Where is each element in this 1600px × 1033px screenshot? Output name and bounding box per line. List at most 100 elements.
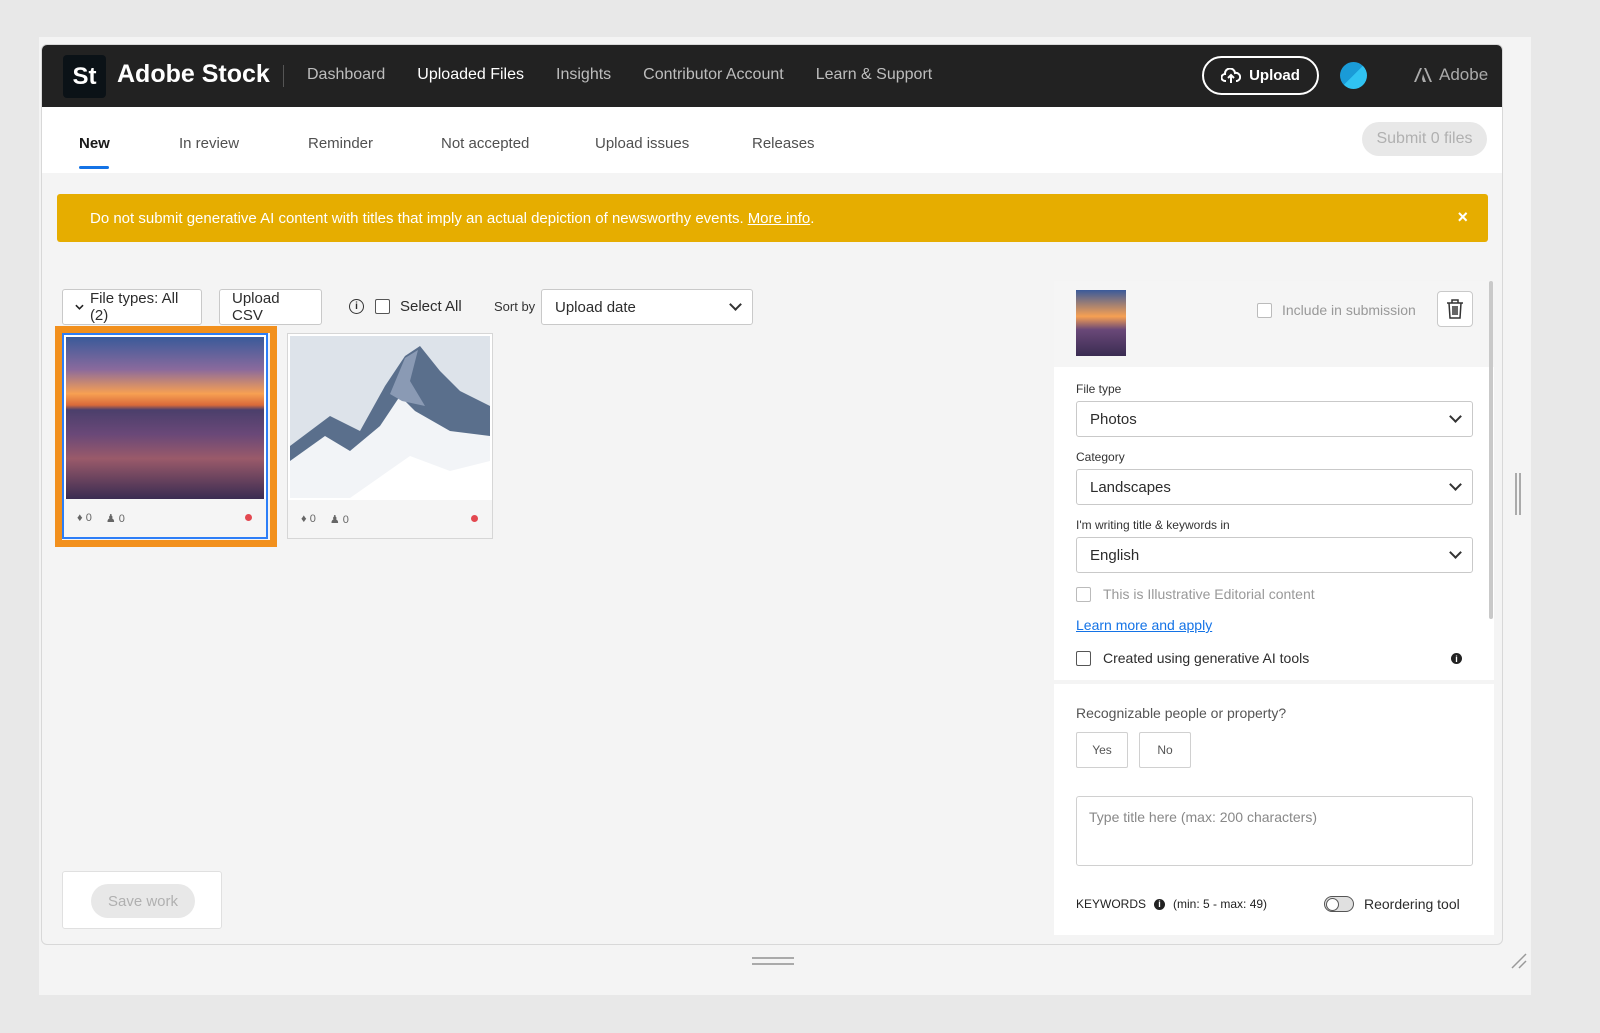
tab-new[interactable]: New xyxy=(79,135,110,152)
language-label: I'm writing title & keywords in xyxy=(1076,518,1230,532)
category-label: Category xyxy=(1076,450,1125,464)
chevron-down-icon xyxy=(1449,478,1462,491)
select-all-checkbox[interactable] xyxy=(375,299,390,314)
thumbnail-mountain[interactable]: ♦ 0 ♟ 0 xyxy=(287,333,493,539)
status-tabs: New In review Reminder Not accepted Uplo… xyxy=(42,107,1502,173)
info-icon[interactable]: i xyxy=(1154,898,1166,910)
save-work-button[interactable]: Save work xyxy=(91,884,195,918)
delete-button[interactable] xyxy=(1437,291,1473,327)
keywords-header: KEYWORDS i (min: 5 - max: 49) xyxy=(1076,897,1267,911)
reordering-label: Reordering tool xyxy=(1364,896,1460,912)
upload-button[interactable]: Upload xyxy=(1202,56,1319,95)
status-dot xyxy=(245,514,252,521)
upload-label: Upload xyxy=(1249,67,1300,84)
selected-file-preview xyxy=(1076,290,1126,356)
mountain-image xyxy=(290,336,490,498)
release-count-value: 0 xyxy=(342,513,349,526)
file-type-select[interactable]: Photos xyxy=(1076,401,1473,437)
tab-not-accepted[interactable]: Not accepted xyxy=(441,135,529,152)
release-count: ♟ 0 xyxy=(330,513,349,526)
keywords-range: (min: 5 - max: 49) xyxy=(1173,897,1268,911)
active-tab-indicator xyxy=(79,166,109,169)
nav-learn-support[interactable]: Learn & Support xyxy=(816,66,933,84)
category-select[interactable]: Landscapes xyxy=(1076,469,1473,505)
side-resize-handle[interactable] xyxy=(1515,473,1521,515)
upload-csv-button[interactable]: Upload CSV xyxy=(219,289,322,325)
brand-name[interactable]: Adobe Stock xyxy=(117,60,270,89)
keyword-count-value: 0 xyxy=(309,513,316,525)
title-input[interactable] xyxy=(1076,796,1473,866)
include-in-submission[interactable]: Include in submission xyxy=(1257,302,1416,318)
reordering-tool[interactable]: Reordering tool xyxy=(1324,896,1460,912)
select-all-label: Select All xyxy=(400,298,462,315)
resize-grip-icon[interactable] xyxy=(1508,950,1528,970)
file-types-label: File types: All (2) xyxy=(89,290,179,324)
language-value: English xyxy=(1090,546,1140,564)
tag-icon: ♦ xyxy=(77,512,83,524)
no-button[interactable]: No xyxy=(1139,732,1191,768)
chevron-down-icon xyxy=(1449,410,1462,423)
sort-value: Upload date xyxy=(555,298,636,316)
file-type-value: Photos xyxy=(1090,410,1137,428)
keywords-label: KEYWORDS xyxy=(1076,897,1147,911)
panel-header: Include in submission xyxy=(1054,281,1494,367)
select-all[interactable]: Select All xyxy=(375,298,462,315)
submit-files-button[interactable]: Submit 0 files xyxy=(1362,122,1487,156)
learn-more-link[interactable]: Learn more and apply xyxy=(1076,617,1212,633)
panel-divider xyxy=(1054,680,1494,684)
tab-reminder[interactable]: Reminder xyxy=(308,135,373,152)
file-types-filter[interactable]: File types: All (2) xyxy=(62,289,202,325)
nav-links: Dashboard Uploaded Files Insights Contri… xyxy=(307,66,964,84)
recognizable-question: Recognizable people or property? xyxy=(1076,705,1287,721)
user-avatar[interactable] xyxy=(1340,62,1367,89)
people-icon: ♟ xyxy=(105,512,116,525)
keyword-count-value: 0 xyxy=(85,512,92,524)
bottom-drag-handle[interactable] xyxy=(752,957,794,965)
nav-dashboard[interactable]: Dashboard xyxy=(307,66,385,84)
save-work-container: Save work xyxy=(62,871,222,929)
include-checkbox[interactable] xyxy=(1257,302,1272,318)
illustrative-checkbox[interactable] xyxy=(1076,586,1091,602)
sort-select[interactable]: Upload date xyxy=(541,289,753,325)
language-select[interactable]: English xyxy=(1076,537,1473,573)
illustrative-label: This is Illustrative Editorial content xyxy=(1103,586,1315,602)
adobe-logo[interactable]: Adobe xyxy=(1413,65,1488,85)
generative-ai-checkbox[interactable] xyxy=(1076,650,1091,666)
banner-more-info-link[interactable]: More info xyxy=(748,210,811,227)
keyword-count: ♦ 0 xyxy=(77,512,92,524)
close-icon[interactable]: × xyxy=(1457,207,1468,228)
illustrative-editorial-option[interactable]: This is Illustrative Editorial content xyxy=(1076,586,1315,602)
nav-divider xyxy=(283,65,284,87)
chevron-down-icon xyxy=(729,298,742,311)
file-type-label: File type xyxy=(1076,382,1122,396)
trash-icon xyxy=(1447,299,1463,319)
sunset-image xyxy=(66,337,264,499)
adobe-label: Adobe xyxy=(1439,65,1489,84)
tab-upload-issues[interactable]: Upload issues xyxy=(595,135,689,152)
thumbnail-sunset[interactable]: ♦ 0 ♟ 0 xyxy=(62,333,268,539)
info-icon[interactable]: i xyxy=(1451,653,1462,664)
reordering-toggle[interactable] xyxy=(1324,896,1354,912)
status-dot xyxy=(471,515,478,522)
panel-scrollbar[interactable] xyxy=(1489,281,1493,619)
tab-releases[interactable]: Releases xyxy=(752,135,815,152)
browser-window: St Adobe Stock Dashboard Uploaded Files … xyxy=(41,44,1503,945)
mountain-illustration xyxy=(290,336,490,498)
nav-contributor-account[interactable]: Contributor Account xyxy=(643,66,784,84)
yes-button[interactable]: Yes xyxy=(1076,732,1128,768)
nav-uploaded-files[interactable]: Uploaded Files xyxy=(417,66,524,84)
generative-ai-label: Created using generative AI tools xyxy=(1103,650,1310,666)
top-navigation: St Adobe Stock Dashboard Uploaded Files … xyxy=(42,45,1502,107)
keyword-count: ♦ 0 xyxy=(301,513,316,525)
sort-by-label: Sort by xyxy=(494,299,536,314)
info-icon[interactable]: i xyxy=(349,299,364,314)
ai-warning-banner: Do not submit generative AI content with… xyxy=(57,194,1488,242)
stock-logo[interactable]: St xyxy=(63,55,106,98)
tab-in-review[interactable]: In review xyxy=(179,135,239,152)
nav-insights[interactable]: Insights xyxy=(556,66,611,84)
generative-ai-option[interactable]: Created using generative AI tools xyxy=(1076,650,1309,666)
category-value: Landscapes xyxy=(1090,478,1171,496)
release-count: ♟ 0 xyxy=(106,512,125,525)
banner-link-suffix: . xyxy=(810,209,815,227)
include-label: Include in submission xyxy=(1282,302,1416,318)
